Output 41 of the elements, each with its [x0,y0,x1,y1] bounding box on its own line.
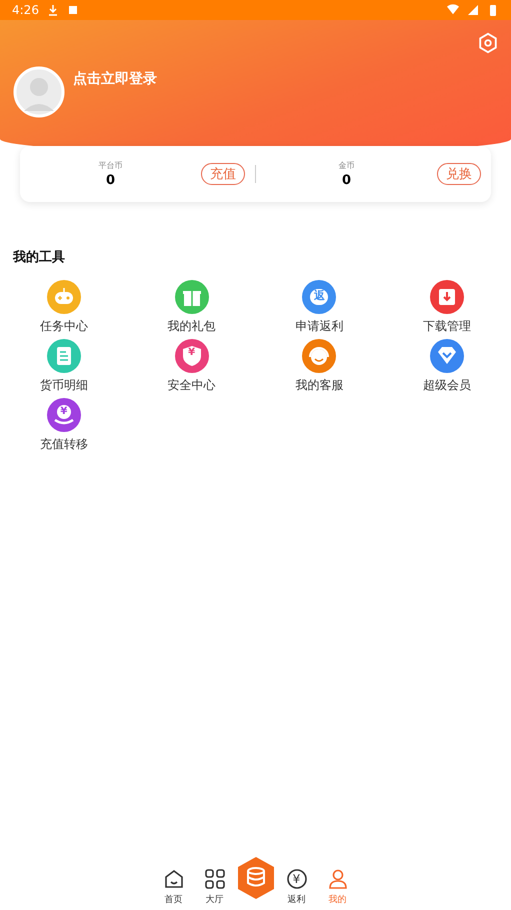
battery-icon [487,4,499,16]
tool-label[interactable]: 超级会员 [423,377,472,394]
user-icon [326,868,348,890]
coin-tab[interactable] [235,856,276,900]
tool-label[interactable]: 任务中心 [40,318,88,335]
status-time: 4:26 [12,3,39,17]
home-icon [162,868,184,890]
rebate-icon[interactable] [302,280,336,314]
tool-label[interactable]: 申请返利 [295,318,344,335]
nav-tab[interactable]: 大厅 [194,868,235,906]
nav-tab[interactable]: ¥ 返利 [276,868,317,906]
tool-label[interactable]: 我的客服 [295,377,344,394]
settings-icon[interactable] [477,32,499,54]
icon-glyph: ¥ [60,405,68,419]
gamepad-icon[interactable] [46,280,81,314]
tool-label[interactable]: 货币明细 [40,377,88,394]
headset-icon[interactable] [302,339,336,373]
gift-icon[interactable] [174,280,209,314]
wallet-value: 0 [342,173,352,188]
tool-label[interactable]: 下载管理 [423,318,472,335]
avatar[interactable] [13,66,65,118]
transfer-icon[interactable] [46,398,81,432]
download-icon[interactable] [430,280,464,314]
wallet-value: 0 [106,173,116,188]
tool-label[interactable]: 充值转移 [40,436,88,453]
tool-label[interactable]: 我的礼包 [168,318,216,335]
wallet-label: 平台币 [98,160,122,171]
grid-icon [204,868,226,890]
icon-glyph: 返 [314,289,325,303]
signal-icon [467,4,479,16]
download-icon [46,4,59,16]
tool-label[interactable]: 安全中心 [168,377,216,394]
notification-icon [66,4,79,16]
icon-glyph: ¥ [188,346,196,360]
list-icon[interactable] [46,339,81,373]
coin-icon [286,868,308,890]
wifi-icon [447,4,459,16]
nav-tab[interactable]: 首页 [153,868,194,906]
wallet-label: 金币 [338,160,354,171]
shield-icon[interactable] [174,339,209,373]
section-title: 我的工具 [13,249,66,266]
